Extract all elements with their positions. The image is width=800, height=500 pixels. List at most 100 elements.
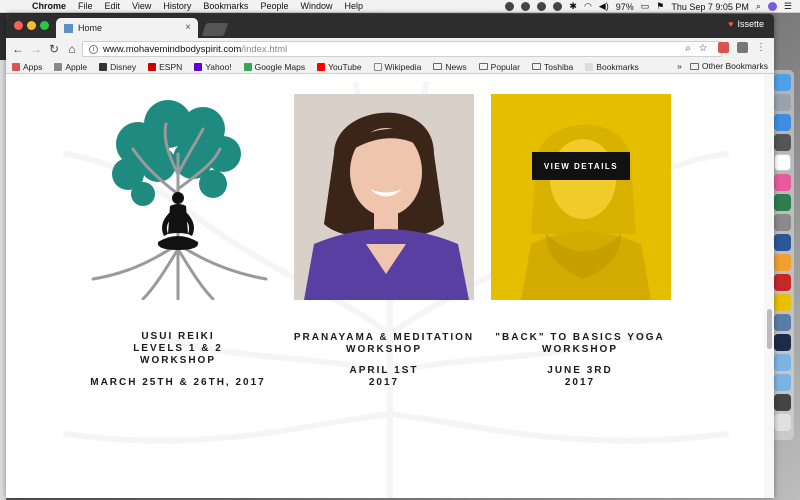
yoga-instructor-photo-overlay — [491, 94, 671, 300]
other-bookmarks-button[interactable]: Other Bookmarks — [689, 61, 768, 71]
bookmark-folder-toshiba[interactable]: Toshiba — [531, 62, 573, 72]
tab-close-icon[interactable]: × — [185, 22, 191, 33]
photoshop-icon[interactable] — [773, 334, 791, 351]
chrome-icon[interactable] — [773, 294, 791, 311]
bookmark-label: Wikipedia — [384, 61, 422, 72]
title-line: WORKSHOP — [140, 355, 216, 366]
forward-arrow-icon[interactable]: → — [28, 42, 44, 56]
battery-icon[interactable]: ▭ — [641, 1, 650, 12]
workshop-image-yoga[interactable]: VIEW DETAILS — [491, 94, 671, 300]
maps-icon — [243, 62, 252, 71]
site-info-icon[interactable]: i — [89, 44, 98, 54]
flag-icon[interactable]: ⚑ — [656, 1, 664, 12]
bookmark-disney[interactable]: Disney — [99, 62, 136, 72]
system-preferences-icon[interactable] — [773, 214, 791, 231]
workshop-title-pranayama[interactable]: PRANAYAMA & MEDITATION WORKSHOP — [274, 332, 494, 356]
upload-icon[interactable] — [521, 2, 531, 11]
bookmark-bookmarks[interactable]: Bookmarks — [585, 62, 639, 72]
wifi-icon[interactable]: ◠ — [584, 1, 592, 12]
title-line: LEVELS 1 & 2 — [133, 343, 223, 354]
acrobat-icon[interactable] — [773, 274, 791, 291]
bookmarks-overflow-button[interactable]: » — [677, 61, 682, 71]
date-line: 2017 — [564, 377, 596, 388]
volume-icon[interactable]: ◀) — [599, 1, 609, 12]
reload-icon[interactable]: ↻ — [46, 42, 62, 56]
workshop-title-reiki[interactable]: USUI REIKI LEVELS 1 & 2 WORKSHOP — [68, 331, 288, 367]
bookmark-label: Apple — [65, 61, 88, 72]
lightroom-icon[interactable] — [773, 314, 791, 331]
profile-button[interactable]: ♥ Issette — [728, 19, 764, 29]
bookmark-google-maps[interactable]: Google Maps — [243, 62, 305, 72]
spotlight-icon[interactable]: ⌕ — [756, 1, 761, 12]
time-machine-dock-icon[interactable] — [773, 194, 791, 211]
google-drive-extension-icon[interactable] — [737, 42, 748, 53]
espn-icon — [148, 62, 157, 71]
back-arrow-icon[interactable]: ← — [10, 42, 26, 56]
word-icon[interactable] — [773, 234, 791, 251]
close-window-button[interactable] — [14, 21, 23, 30]
calendar-icon[interactable] — [773, 154, 791, 171]
zoom-window-button[interactable] — [40, 21, 49, 30]
chrome-menu-icon[interactable]: ⋮ — [756, 42, 766, 53]
bookmark-yahoo[interactable]: Yahoo! — [194, 62, 232, 72]
notification-center-icon[interactable]: ☰ — [784, 1, 792, 12]
menu-people[interactable]: People — [260, 1, 288, 11]
workshop-image-pranayama[interactable] — [294, 94, 474, 300]
itunes-icon[interactable] — [773, 174, 791, 191]
bookmark-folder-news[interactable]: News — [433, 62, 467, 72]
folder-icon — [531, 63, 541, 70]
workshop-image-reiki[interactable] — [88, 94, 268, 300]
menu-history[interactable]: History — [163, 1, 191, 11]
finder-icon[interactable] — [773, 74, 791, 91]
trash-icon[interactable] — [773, 414, 791, 431]
folder-icon — [433, 63, 443, 70]
bluetooth-icon[interactable]: ✱ — [569, 1, 577, 12]
tree-of-life-meditation-icon — [91, 100, 268, 300]
menu-window[interactable]: Window — [300, 1, 332, 11]
screenshot-stack-icon[interactable] — [773, 394, 791, 411]
downloads-folder-icon[interactable] — [773, 354, 791, 371]
new-tab-button[interactable] — [201, 23, 229, 36]
site-favicon-icon — [64, 23, 73, 33]
safari-icon[interactable] — [773, 114, 791, 131]
bookmark-star-icon[interactable]: ☆ — [699, 43, 715, 54]
bookmark-wikipedia[interactable]: Wikipedia — [373, 61, 422, 72]
google-drive-icon[interactable] — [505, 2, 515, 11]
bookmark-apple[interactable]: Apple — [54, 62, 87, 72]
page-scrollbar[interactable] — [764, 74, 774, 498]
extensions-area: ⋮ — [718, 42, 766, 53]
web-page: VIEW DETAILS USUI REIKI LEVELS 1 & 2 WOR… — [6, 74, 774, 498]
date-line: JUNE 3RD — [547, 365, 613, 376]
menu-app-name[interactable]: Chrome — [32, 1, 66, 11]
launchpad-icon[interactable] — [773, 94, 791, 111]
time-machine-icon[interactable] — [537, 2, 547, 11]
view-details-button[interactable]: VIEW DETAILS — [532, 152, 630, 180]
scrollbar-thumb[interactable] — [767, 309, 772, 349]
bookmark-apps[interactable]: Apps — [12, 62, 42, 72]
clock[interactable]: Thu Sep 7 9:05 PM — [671, 2, 749, 12]
minimize-window-button[interactable] — [27, 21, 36, 30]
zoom-search-icon[interactable]: ⌕ — [685, 43, 699, 54]
siri-icon[interactable] — [767, 2, 777, 11]
menu-view[interactable]: View — [132, 1, 151, 11]
history-icon[interactable] — [553, 2, 563, 11]
workshop-title-yoga[interactable]: "BACK" TO BASICS YOGA WORKSHOP — [470, 332, 690, 356]
menu-help[interactable]: Help — [344, 1, 363, 11]
photos-app-icon[interactable] — [773, 134, 791, 151]
title-line: USUI REIKI — [141, 331, 215, 342]
tab-home[interactable]: Home × — [56, 18, 198, 38]
url-path: /index.html — [241, 43, 288, 55]
photos-icon[interactable] — [773, 254, 791, 271]
bookmark-folder-popular[interactable]: Popular — [478, 62, 520, 72]
address-bar[interactable]: i www.mohavemindbodyspirit.com/index.htm… — [82, 41, 722, 57]
menu-file[interactable]: File — [78, 1, 93, 11]
extension-icon[interactable] — [718, 42, 729, 53]
battery-percent[interactable]: 97% — [616, 2, 634, 12]
menu-bookmarks[interactable]: Bookmarks — [203, 1, 248, 11]
bookmark-youtube[interactable]: YouTube — [317, 62, 362, 72]
documents-folder-icon[interactable] — [773, 374, 791, 391]
bookmark-espn[interactable]: ESPN — [148, 62, 182, 72]
home-icon[interactable]: ⌂ — [64, 42, 80, 56]
menubar-status-area: ✱ ◠ ◀) 97% ▭ ⚑ Thu Sep 7 9:05 PM ⌕ ☰ — [505, 0, 792, 13]
menu-edit[interactable]: Edit — [105, 1, 121, 11]
